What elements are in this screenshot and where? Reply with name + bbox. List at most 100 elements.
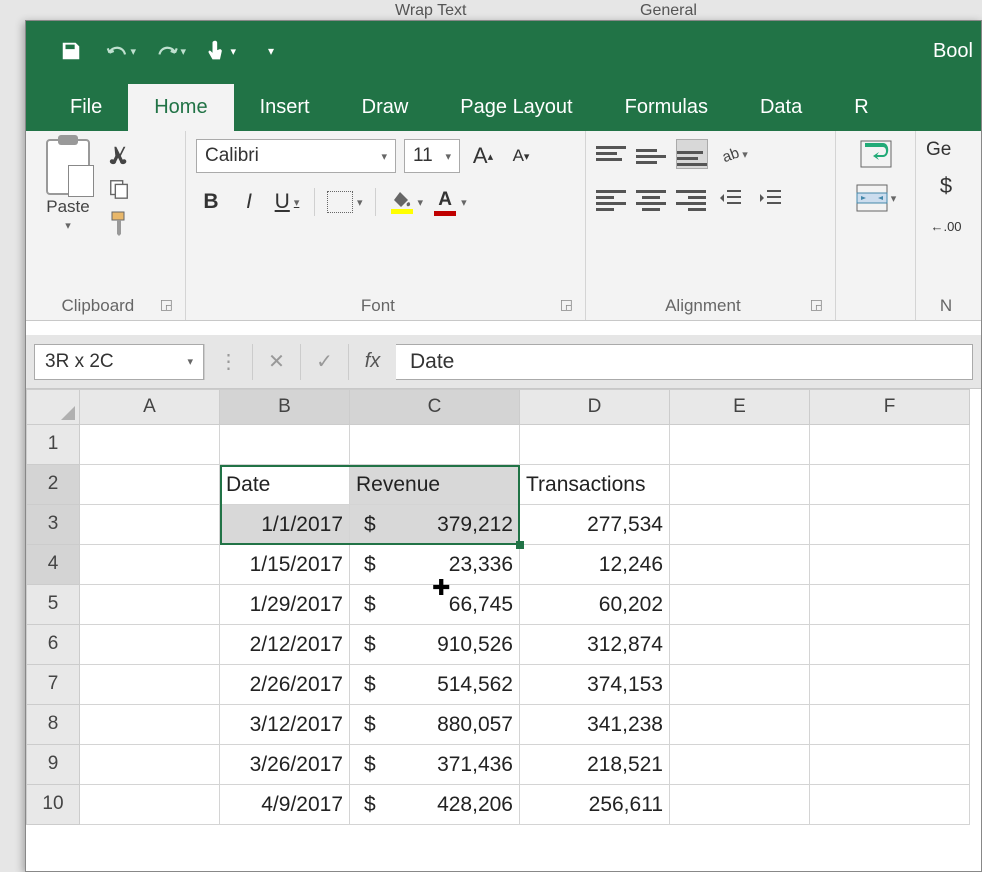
touch-mode-button[interactable]: ▾: [206, 36, 236, 66]
increase-decimal-button[interactable]: ←.00: [926, 211, 966, 241]
tab-page-layout[interactable]: Page Layout: [434, 84, 598, 131]
cell-d2[interactable]: Transactions: [520, 465, 670, 505]
cell[interactable]: [670, 665, 810, 705]
cell-d8[interactable]: 341,238: [520, 705, 670, 745]
font-name-combo[interactable]: Calibri▾: [196, 139, 396, 173]
accounting-format-button[interactable]: $: [926, 171, 966, 201]
cell[interactable]: [80, 465, 220, 505]
cell-b7[interactable]: 2/26/2017: [220, 665, 350, 705]
cell-d6[interactable]: 312,874: [520, 625, 670, 665]
row-header-7[interactable]: 7: [26, 665, 80, 705]
cell-b9[interactable]: 3/26/2017: [220, 745, 350, 785]
alignment-launcher[interactable]: ◲: [810, 296, 823, 313]
cell-d9[interactable]: 218,521: [520, 745, 670, 785]
cut-button[interactable]: [106, 143, 132, 167]
cell[interactable]: [80, 625, 220, 665]
cell-b6[interactable]: 2/12/2017: [220, 625, 350, 665]
cell-c10[interactable]: $428,206: [350, 785, 520, 825]
cell[interactable]: [810, 545, 970, 585]
cell-c2[interactable]: Revenue: [350, 465, 520, 505]
row-header-10[interactable]: 10: [26, 785, 80, 825]
col-header-c[interactable]: C: [350, 389, 520, 425]
cell[interactable]: [810, 745, 970, 785]
cell[interactable]: [810, 665, 970, 705]
copy-button[interactable]: [106, 177, 132, 201]
cell[interactable]: [670, 785, 810, 825]
merge-center-button[interactable]: ▾: [855, 183, 897, 213]
cell-b2[interactable]: Date: [220, 465, 350, 505]
fill-handle[interactable]: [516, 541, 524, 549]
cell-c7[interactable]: $514,562: [350, 665, 520, 705]
clipboard-launcher[interactable]: ◲: [160, 296, 173, 313]
cell[interactable]: [670, 745, 810, 785]
cell[interactable]: [520, 425, 670, 465]
cell-c8[interactable]: $880,057: [350, 705, 520, 745]
redo-button[interactable]: ▾: [156, 36, 186, 66]
cell[interactable]: [670, 705, 810, 745]
bold-button[interactable]: B: [196, 187, 226, 217]
cell[interactable]: [670, 425, 810, 465]
number-format-combo[interactable]: Ge: [926, 139, 966, 161]
cell[interactable]: [670, 545, 810, 585]
align-bottom-button[interactable]: [676, 139, 708, 169]
cell-b5[interactable]: 1/29/2017: [220, 585, 350, 625]
cell[interactable]: [670, 465, 810, 505]
tab-data[interactable]: Data: [734, 84, 828, 131]
align-right-button[interactable]: [676, 183, 706, 213]
enter-formula-button[interactable]: ✓: [300, 344, 348, 380]
increase-font-button[interactable]: A▴: [468, 141, 498, 171]
col-header-e[interactable]: E: [670, 389, 810, 425]
cell[interactable]: [80, 425, 220, 465]
cell-d10[interactable]: 256,611: [520, 785, 670, 825]
undo-button[interactable]: ▾: [106, 36, 136, 66]
cell[interactable]: [810, 505, 970, 545]
cell-b4[interactable]: 1/15/2017: [220, 545, 350, 585]
cell[interactable]: [80, 665, 220, 705]
cell-c6[interactable]: $910,526: [350, 625, 520, 665]
tab-draw[interactable]: Draw: [336, 84, 435, 131]
tab-file[interactable]: File: [44, 84, 128, 131]
save-button[interactable]: [56, 36, 86, 66]
cell[interactable]: [80, 705, 220, 745]
font-color-button[interactable]: A ▾: [431, 187, 467, 217]
row-header-8[interactable]: 8: [26, 705, 80, 745]
wrap-text-button[interactable]: [859, 139, 893, 169]
cell[interactable]: [810, 465, 970, 505]
align-center-button[interactable]: [636, 183, 666, 213]
cell-b10[interactable]: 4/9/2017: [220, 785, 350, 825]
row-header-2[interactable]: 2: [26, 465, 80, 505]
cell[interactable]: [80, 745, 220, 785]
tab-formulas[interactable]: Formulas: [599, 84, 734, 131]
increase-indent-button[interactable]: [756, 183, 786, 213]
font-size-combo[interactable]: 11▾: [404, 139, 460, 173]
cell[interactable]: [350, 425, 520, 465]
cell-c5[interactable]: $66,745: [350, 585, 520, 625]
decrease-font-button[interactable]: A▾: [506, 141, 536, 171]
cell[interactable]: [670, 505, 810, 545]
row-header-3[interactable]: 3: [26, 505, 80, 545]
cell-c4[interactable]: $23,336: [350, 545, 520, 585]
row-header-4[interactable]: 4: [26, 545, 80, 585]
cell-d7[interactable]: 374,153: [520, 665, 670, 705]
italic-button[interactable]: I: [234, 187, 264, 217]
row-header-9[interactable]: 9: [26, 745, 80, 785]
align-left-button[interactable]: [596, 183, 626, 213]
cell[interactable]: [670, 625, 810, 665]
cell-d3[interactable]: 277,534: [520, 505, 670, 545]
cell-d5[interactable]: 60,202: [520, 585, 670, 625]
row-header-5[interactable]: 5: [26, 585, 80, 625]
cell-d4[interactable]: 12,246: [520, 545, 670, 585]
align-top-button[interactable]: [596, 139, 626, 169]
cell[interactable]: [220, 425, 350, 465]
decrease-indent-button[interactable]: [716, 183, 746, 213]
cell[interactable]: [810, 585, 970, 625]
cell[interactable]: [80, 505, 220, 545]
align-middle-button[interactable]: [636, 139, 666, 169]
select-all-corner[interactable]: [26, 389, 80, 425]
cell[interactable]: [810, 425, 970, 465]
underline-button[interactable]: U▾: [272, 187, 302, 217]
paste-button[interactable]: Paste ▾: [36, 139, 100, 232]
row-header-6[interactable]: 6: [26, 625, 80, 665]
cancel-formula-button[interactable]: ✕: [252, 344, 300, 380]
cell[interactable]: [670, 585, 810, 625]
